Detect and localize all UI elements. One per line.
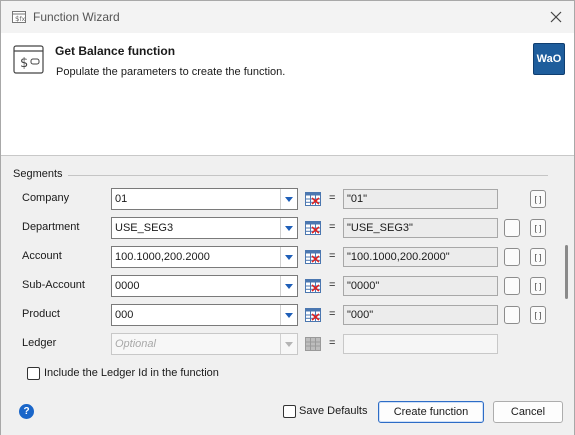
segment-picker-icon[interactable]	[305, 278, 321, 294]
dropdown-arrow-icon[interactable]	[280, 247, 297, 267]
braces-button[interactable]: [ ]	[530, 248, 546, 266]
combo-value: USE_SEG3	[115, 222, 174, 234]
braces-button[interactable]: [ ]	[530, 277, 546, 295]
title-bar: $ fx Function Wizard	[1, 1, 574, 33]
close-button[interactable]	[544, 5, 568, 29]
segment-row-company: Company 01 = "01" [ ]	[1, 188, 574, 210]
segment-result: "100.1000,200.2000"	[343, 247, 498, 267]
equals-sign: =	[329, 279, 336, 291]
braces-button[interactable]: [ ]	[530, 190, 546, 208]
balance-function-icon: $	[13, 45, 45, 75]
wizard-footer: ? Save Defaults Create function Cancel	[1, 393, 574, 435]
braces-button[interactable]: [ ]	[530, 306, 546, 324]
segment-picker-icon[interactable]	[305, 191, 321, 207]
product-combo[interactable]: 000	[111, 304, 298, 326]
segment-row-sub-account: Sub-Account 0000 = "0000" [ ]	[1, 275, 574, 297]
dropdown-arrow-icon[interactable]	[280, 218, 297, 238]
segment-row-product: Product 000 = "000" [ ]	[1, 304, 574, 326]
combo-value: 000	[115, 309, 134, 321]
segment-option-button[interactable]	[504, 248, 520, 266]
segments-panel: Segments Company 01 = "01" [ ] Departmen…	[1, 157, 574, 392]
create-function-button[interactable]: Create function	[378, 401, 484, 423]
segments-divider	[68, 175, 548, 176]
company-combo[interactable]: 01	[111, 188, 298, 210]
dropdown-arrow-icon[interactable]	[280, 305, 297, 325]
sub-account-combo[interactable]: 0000	[111, 275, 298, 297]
cancel-button[interactable]: Cancel	[493, 401, 563, 423]
logo-text: WaO	[536, 53, 562, 65]
svg-text:fx: fx	[20, 16, 26, 23]
save-defaults-label: Save Defaults	[299, 405, 368, 417]
function-app-icon: $ fx	[11, 9, 27, 25]
save-defaults-checkbox[interactable]	[283, 405, 296, 418]
include-ledger-checkbox[interactable]	[27, 367, 40, 380]
segment-label: Sub-Account	[22, 279, 85, 291]
segment-result	[343, 334, 498, 354]
segment-picker-icon[interactable]	[305, 220, 321, 236]
combo-value: 01	[115, 193, 128, 205]
dropdown-arrow-icon[interactable]	[280, 276, 297, 296]
combo-placeholder: Optional	[115, 338, 156, 350]
dropdown-arrow-icon[interactable]	[280, 189, 297, 209]
segment-result: "01"	[343, 189, 498, 209]
segment-label: Company	[22, 192, 70, 204]
wao-logo: WaO	[533, 43, 565, 75]
combo-value: 0000	[115, 280, 140, 292]
segments-group-label: Segments	[13, 168, 63, 180]
segment-label: Department	[22, 221, 80, 233]
segment-option-button[interactable]	[504, 306, 520, 324]
segment-picker-icon[interactable]	[305, 249, 321, 265]
braces-button[interactable]: [ ]	[530, 219, 546, 237]
segment-result: "0000"	[343, 276, 498, 296]
equals-sign: =	[329, 308, 336, 320]
combo-value: 100.1000,200.2000	[115, 251, 210, 263]
segment-option-button[interactable]	[504, 219, 520, 237]
equals-sign: =	[329, 221, 336, 233]
header-title: Get Balance function	[55, 44, 176, 58]
segment-picker-icon[interactable]	[305, 307, 321, 323]
segment-row-ledger: Ledger Optional =	[1, 333, 574, 355]
segment-label: Ledger	[22, 337, 57, 349]
svg-text:$: $	[20, 56, 28, 71]
equals-sign: =	[329, 250, 336, 262]
equals-sign: =	[329, 337, 336, 349]
segment-row-department: Department USE_SEG3 = "USE_SEG3" [ ]	[1, 217, 574, 239]
segment-label: Product	[22, 308, 60, 320]
segment-option-button[interactable]	[504, 277, 520, 295]
include-ledger-label: Include the Ledger Id in the function	[44, 367, 219, 379]
account-combo[interactable]: 100.1000,200.2000	[111, 246, 298, 268]
wizard-header: $ Get Balance function Populate the para…	[1, 33, 574, 156]
segment-result: "USE_SEG3"	[343, 218, 498, 238]
segment-picker-icon	[305, 336, 321, 352]
function-wizard-window: $ fx Function Wizard $ Get Balance funct…	[0, 0, 575, 435]
segment-result: "000"	[343, 305, 498, 325]
department-combo[interactable]: USE_SEG3	[111, 217, 298, 239]
ledger-combo[interactable]: Optional	[111, 333, 298, 355]
question-circle-icon[interactable]: ?	[19, 404, 34, 419]
window-title: Function Wizard	[33, 10, 120, 24]
header-subtitle: Populate the parameters to create the fu…	[56, 66, 286, 78]
close-icon	[550, 11, 562, 23]
dropdown-arrow-icon	[280, 334, 297, 354]
segment-row-account: Account 100.1000,200.2000 = "100.1000,20…	[1, 246, 574, 268]
segment-label: Account	[22, 250, 62, 262]
equals-sign: =	[329, 192, 336, 204]
